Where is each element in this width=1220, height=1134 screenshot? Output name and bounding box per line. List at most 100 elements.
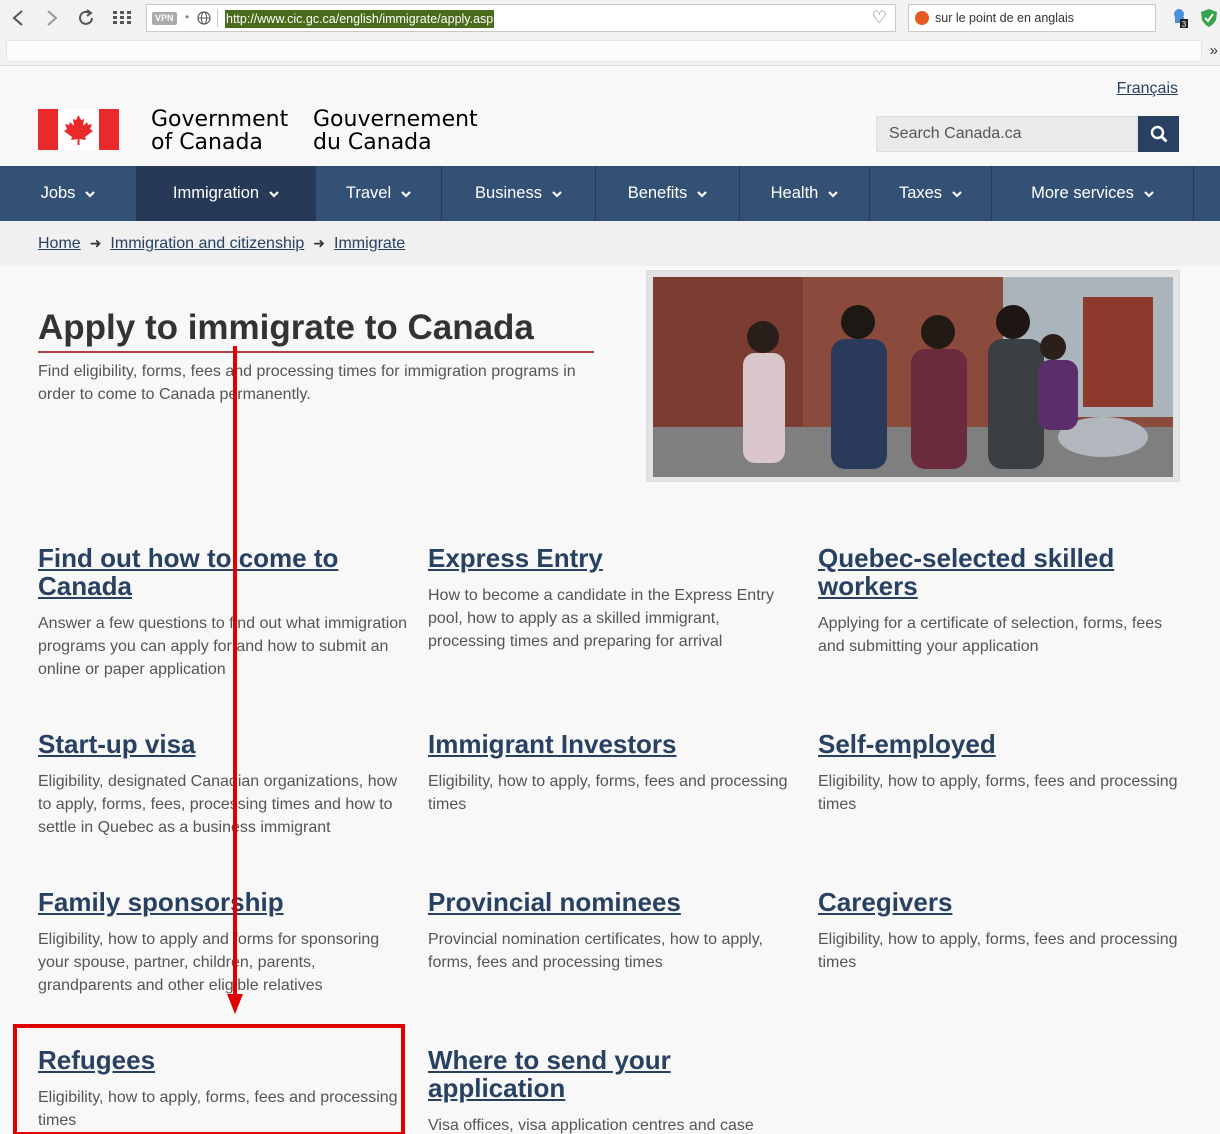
menu-item-label: Taxes: [898, 184, 943, 202]
card-express-entry: Express Entry How to become a candidate …: [428, 544, 798, 653]
menu-item-label: Jobs: [40, 184, 76, 202]
chevron-down-icon: [1144, 190, 1154, 198]
address-divider: [217, 9, 218, 27]
bookmark-heart-icon[interactable]: ♡: [872, 8, 887, 28]
card-description: How to become a candidate in the Express…: [428, 587, 774, 650]
reload-icon[interactable]: [74, 6, 98, 30]
card-where-to-send: Where to send your application Visa offi…: [428, 1046, 798, 1134]
chevron-down-icon: [552, 190, 562, 198]
menu-item-label: Benefits: [627, 184, 688, 202]
translate-icon: [915, 11, 929, 25]
breadcrumb-immigrate[interactable]: Immigrate: [334, 235, 405, 253]
family-walking-image: [653, 277, 1173, 477]
menu-item-label: More services: [1031, 184, 1134, 202]
search-icon: [1150, 125, 1167, 143]
extension-icon[interactable]: 3: [1172, 8, 1188, 28]
menu-item-health[interactable]: Health: [740, 166, 870, 221]
card-description: Eligibility, designated Canadian organiz…: [38, 773, 398, 836]
site-header: Français Government of Canada Gouverneme…: [0, 66, 1220, 166]
card-title-link[interactable]: Immigrant Investors: [428, 730, 798, 758]
card-title-link[interactable]: Express Entry: [428, 544, 798, 572]
gov-signature-en: Government of Canada: [151, 108, 288, 154]
card-title-link[interactable]: Start-up visa: [38, 730, 408, 758]
canada-flag-icon[interactable]: [38, 109, 119, 150]
gov-en-line2: of Canada: [151, 130, 263, 155]
menu-item-label: Immigration: [172, 184, 260, 202]
forward-icon[interactable]: [40, 6, 64, 30]
breadcrumb-immigration-citizenship[interactable]: Immigration and citizenship: [110, 235, 304, 253]
gov-fr-line2: du Canada: [313, 130, 432, 155]
card-provincial-nominees: Provincial nominees Provincial nominatio…: [428, 888, 798, 974]
page-title: Apply to immigrate to Canada: [38, 308, 534, 347]
family-photo: [646, 270, 1180, 482]
menu-item-label: Business: [475, 184, 542, 202]
menu-item-travel[interactable]: Travel: [316, 166, 442, 221]
highlight-box: [13, 1024, 405, 1134]
menu-item-taxes[interactable]: Taxes: [870, 166, 992, 221]
card-description: Provincial nomination certificates, how …: [428, 931, 763, 971]
chevron-down-icon: [269, 190, 279, 198]
title-underline: [38, 351, 594, 353]
card-description: Eligibility, how to apply, forms, fees a…: [428, 773, 788, 813]
menu-item-benefits[interactable]: Benefits: [596, 166, 740, 221]
address-bar[interactable]: VPN • http://www.cic.gc.ca/english/immig…: [146, 4, 896, 32]
breadcrumb: Home ➜ Immigration and citizenship ➜ Imm…: [0, 221, 1220, 266]
card-title-link[interactable]: Quebec-selected skilled workers: [818, 544, 1188, 600]
card-family-sponsorship: Family sponsorship Eligibility, how to a…: [38, 888, 408, 997]
arrow-right-icon: ➜: [89, 235, 102, 251]
gov-en-line1: Government: [151, 107, 289, 132]
svg-text:3: 3: [1182, 20, 1187, 28]
menu-item-label: Travel: [345, 184, 392, 202]
card-start-up-visa: Start-up visa Eligibility, designated Ca…: [38, 730, 408, 839]
card-title-link[interactable]: Caregivers: [818, 888, 1188, 916]
chevron-double-right-icon[interactable]: »: [1210, 42, 1218, 59]
search-button[interactable]: [1138, 116, 1179, 152]
card-description: Eligibility, how to apply, forms, fees a…: [818, 773, 1178, 813]
main-menu: Jobs Immigration Travel Business Benefit…: [0, 166, 1220, 221]
globe-icon: [197, 11, 211, 25]
card-description: Eligibility, how to apply and forms for …: [38, 931, 380, 994]
chevron-down-icon: [952, 190, 962, 198]
arrow-right-icon: ➜: [313, 235, 326, 251]
menu-item-business[interactable]: Business: [442, 166, 596, 221]
web-page: Français Government of Canada Gouverneme…: [0, 66, 1220, 1134]
card-description: Visa offices, visa application centres a…: [428, 1117, 754, 1134]
breadcrumb-home[interactable]: Home: [38, 235, 81, 253]
chevron-down-icon: [85, 190, 96, 198]
card-title-link[interactable]: Family sponsorship: [38, 888, 408, 916]
menu-item-jobs[interactable]: Jobs: [0, 166, 137, 221]
card-title-link[interactable]: Provincial nominees: [428, 888, 798, 916]
translate-field[interactable]: sur le point de en anglais: [908, 4, 1156, 32]
card-description: Eligibility, how to apply, forms, fees a…: [818, 931, 1178, 971]
menu-item-more-services[interactable]: More services: [992, 166, 1194, 221]
card-description: Answer a few questions to find out what …: [38, 615, 408, 678]
bookmarks-bar: [6, 40, 1202, 62]
card-caregivers: Caregivers Eligibility, how to apply, fo…: [818, 888, 1188, 974]
gov-fr-line1: Gouvernement: [313, 107, 478, 132]
card-title-link[interactable]: Self-employed: [818, 730, 1188, 758]
card-title-link[interactable]: Where to send your application: [428, 1046, 798, 1102]
menu-item-label: Health: [770, 184, 819, 202]
language-toggle-link[interactable]: Français: [1117, 80, 1178, 98]
card-immigrant-investors: Immigrant Investors Eligibility, how to …: [428, 730, 798, 816]
card-title-link[interactable]: Find out how to come to Canada: [38, 544, 408, 600]
back-icon[interactable]: [6, 6, 30, 30]
page-intro: Find eligibility, forms, fees and proces…: [38, 363, 576, 403]
url-text[interactable]: http://www.cic.gc.ca/english/immigrate/a…: [225, 10, 495, 28]
gov-signature-fr: Gouvernement du Canada: [313, 108, 478, 154]
shield-icon[interactable]: [1200, 8, 1218, 28]
translate-text: sur le point de en anglais: [935, 11, 1074, 25]
search-input[interactable]: Search Canada.ca: [876, 116, 1138, 152]
speed-dial-icon[interactable]: [110, 6, 134, 30]
vpn-badge[interactable]: VPN: [152, 12, 177, 25]
card-description: Applying for a certificate of selection,…: [818, 615, 1163, 655]
separator-dot: •: [185, 10, 190, 24]
card-find-out-how: Find out how to come to Canada Answer a …: [38, 544, 408, 681]
card-self-employed: Self-employed Eligibility, how to apply,…: [818, 730, 1188, 816]
card-quebec-skilled: Quebec-selected skilled workers Applying…: [818, 544, 1188, 658]
menu-item-immigration[interactable]: Immigration: [137, 166, 316, 221]
chevron-down-icon: [828, 190, 839, 198]
browser-chrome: VPN • http://www.cic.gc.ca/english/immig…: [0, 0, 1220, 66]
chevron-down-icon: [401, 190, 411, 198]
chevron-down-icon: [697, 190, 708, 198]
